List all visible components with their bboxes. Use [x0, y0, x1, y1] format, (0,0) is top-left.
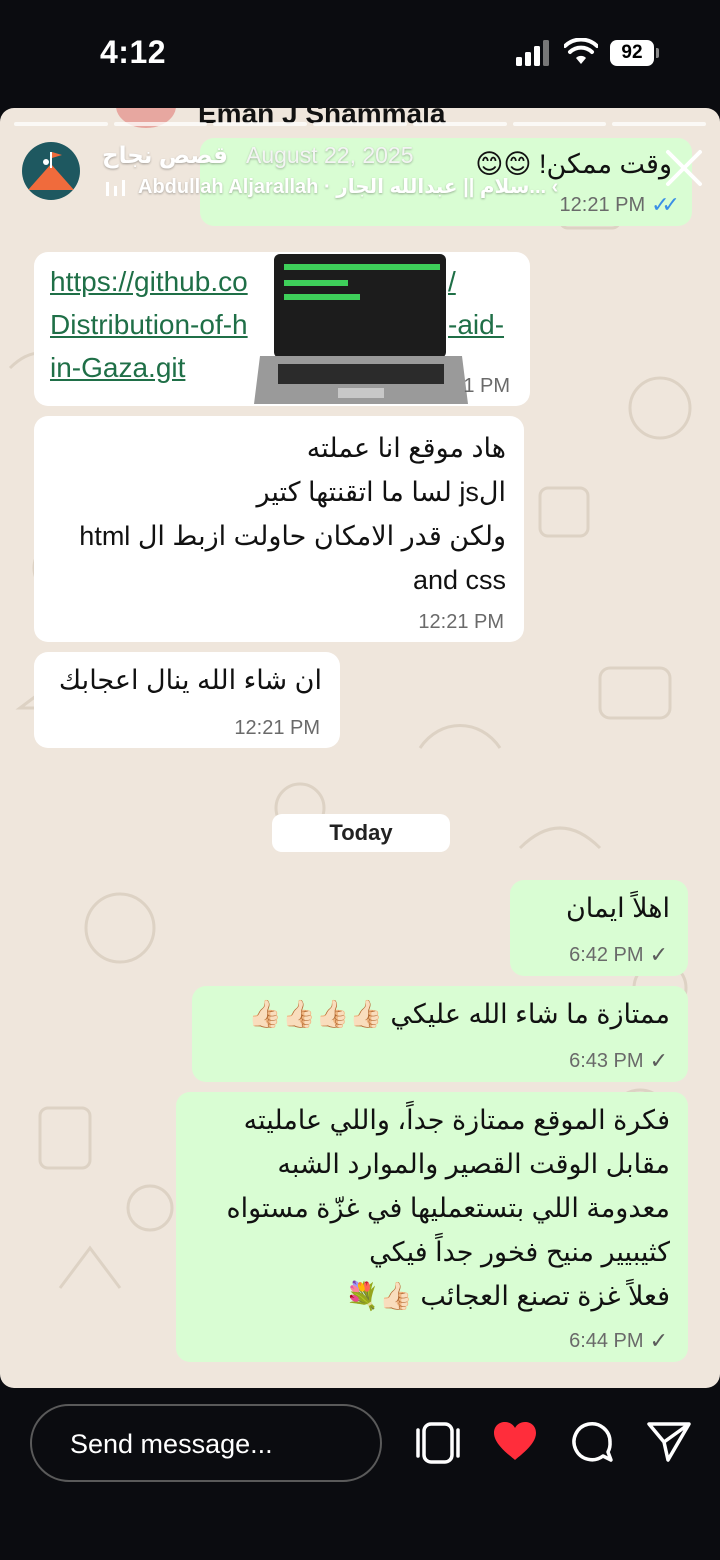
story-username[interactable]: قصص نجاح: [102, 142, 228, 169]
progress-segment: [412, 122, 507, 126]
message-bubble-outgoing: فكرة الموقع ممتازة جداً، واللي عامليته م…: [176, 1092, 688, 1362]
progress-segment: [612, 122, 707, 126]
message-time: 6:42 PM: [569, 943, 644, 966]
status-time: 4:12: [100, 34, 167, 70]
progress-segment: [14, 122, 108, 126]
message-bubble-incoming: هاد موقع انا عملته الjs لسا ما اتقنتها ك…: [34, 416, 524, 642]
story-content[interactable]: Eman J Shammala وقت ممكن! 😊😊 12:21 PM ✓✓…: [0, 108, 720, 1388]
message-meta: 1 PM: [463, 375, 510, 398]
story-avatar[interactable]: [22, 142, 80, 200]
progress-segment: [313, 122, 407, 126]
cellular-signal-icon: [516, 40, 549, 66]
message-bubble-incoming: https://github.co Distribution-of-h in-G…: [34, 252, 530, 406]
progress-segment: [113, 122, 208, 126]
close-icon[interactable]: [662, 146, 706, 190]
sent-tick-icon: ✓: [649, 942, 668, 967]
send-icon[interactable]: [646, 1420, 692, 1464]
message-bubble-incoming: ان شاء الله ينال اعجابك 12:21 PM: [34, 652, 340, 748]
message-meta: 12:21 PM: [234, 717, 320, 740]
stories-icon[interactable]: [414, 1420, 462, 1466]
story-reply-bar: Send message...: [0, 1390, 720, 1560]
link-text[interactable]: https://github.co Distribution-of-h in-G…: [50, 260, 248, 389]
message-time: 1 PM: [463, 375, 510, 397]
progress-segment: [213, 122, 308, 126]
message-text: ممتازة ما شاء الله عليكي 👍🏻👍🏻👍🏻👍🏻: [248, 999, 670, 1029]
send-message-placeholder: Send message...: [70, 1429, 273, 1459]
message-text: ان شاء الله ينال اعجابك: [58, 665, 322, 695]
story-music[interactable]: Abdullah Aljarallah · سلام || عبدالله ال…: [138, 174, 558, 199]
music-bars-icon: [106, 180, 125, 196]
sent-tick-icon: ✓: [649, 1048, 668, 1073]
message-time: 12:21 PM: [418, 611, 504, 633]
message-meta: 6:42 PM ✓: [569, 942, 668, 968]
wifi-icon: [564, 38, 598, 64]
comment-icon[interactable]: [570, 1420, 614, 1464]
date-separator: Today: [272, 814, 450, 852]
message-text: فكرة الموقع ممتازة جداً، واللي عامليته م…: [226, 1105, 670, 1311]
message-meta: 6:43 PM ✓: [569, 1048, 668, 1074]
laptop-icon: [254, 254, 468, 404]
message-bubble-outgoing: اهلاً ايمان 6:42 PM ✓: [510, 880, 688, 976]
contact-name: Eman J Shammala: [198, 108, 446, 129]
message-time: 6:43 PM: [569, 1049, 644, 1072]
send-message-input[interactable]: Send message...: [30, 1404, 382, 1482]
story-header: قصص نجاح August 22, 2025 Abdullah Aljara…: [0, 136, 720, 208]
message-meta: 6:44 PM ✓: [569, 1328, 668, 1354]
story-progress: [14, 122, 707, 126]
message-meta: 12:21 PM: [418, 611, 504, 634]
progress-segment: [512, 122, 607, 126]
message-text: هاد موقع انا عملته الjs لسا ما اتقنتها ك…: [79, 433, 506, 595]
status-bar: 4:12 92: [0, 0, 720, 105]
message-bubble-outgoing: ممتازة ما شاء الله عليكي 👍🏻👍🏻👍🏻👍🏻 6:43 P…: [192, 986, 688, 1082]
battery-level: 92: [610, 40, 654, 66]
message-text: اهلاً ايمان: [565, 893, 670, 923]
story-date: August 22, 2025: [246, 142, 414, 168]
message-time: 12:21 PM: [234, 717, 320, 739]
mountain-flag-icon: [28, 152, 74, 190]
battery-icon: 92: [610, 40, 659, 66]
heart-icon[interactable]: [492, 1420, 538, 1462]
message-time: 6:44 PM: [569, 1329, 644, 1352]
sent-tick-icon: ✓: [649, 1328, 668, 1353]
